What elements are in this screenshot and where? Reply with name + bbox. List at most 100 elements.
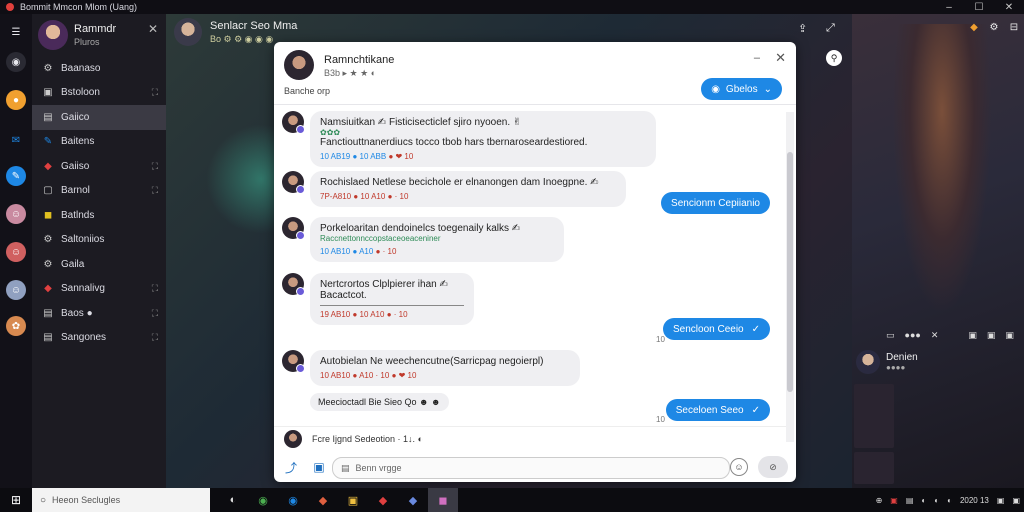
avatar[interactable]: [284, 50, 314, 80]
thumbnail[interactable]: [854, 452, 894, 484]
start-button[interactable]: ⊞: [0, 488, 32, 512]
message-bubble[interactable]: Nertcrortos Clplpierer ihan ✍ Bacactcot.…: [310, 273, 474, 325]
shield-icon[interactable]: ◆: [368, 488, 398, 512]
message-bubble[interactable]: Autobielan Ne weechencutne​(Sarricpag ne…: [310, 350, 580, 386]
tray-icon[interactable]: ◐: [947, 496, 952, 505]
app-icon[interactable]: ◆: [398, 488, 428, 512]
sidebar-item[interactable]: ▢ Barnol ⛶: [32, 179, 166, 204]
expand-icon[interactable]: ⛶: [152, 308, 158, 319]
sidebar-item[interactable]: ▤ Baos ● ⛶: [32, 301, 166, 326]
attach-icon[interactable]: ⤴: [282, 458, 300, 476]
pill-label: Gbelos: [725, 83, 758, 95]
message-bubble[interactable]: Meecioctadl Bie Sieo Qo ☻ ☻: [310, 393, 449, 411]
close-window-button[interactable]: ✕: [994, 0, 1024, 14]
message-incoming: Namsiuitkan ✍ Fisticisecticlef sjiro nyo…: [282, 111, 656, 167]
minimize-button[interactable]: –: [934, 0, 964, 14]
chrome-icon[interactable]: ◉: [248, 488, 278, 512]
sidebar-item-selected[interactable]: ▤ Gaiico: [32, 105, 166, 130]
block-icon: ◼: [43, 209, 53, 221]
clock[interactable]: 2020 13: [960, 496, 989, 505]
sidebar-item[interactable]: ◼ Batlnds: [32, 203, 166, 228]
scrollbar[interactable]: [786, 112, 794, 442]
divider: [320, 305, 464, 306]
right-panel: ◆ ⚙ ⊟ ▭ ●●● ✕ ▣ ▣ ▣ Denien ●●●●: [852, 14, 1024, 488]
pin-icon[interactable]: ⚲: [826, 50, 842, 66]
tray-icon[interactable]: ▣: [997, 496, 1005, 505]
close-icon[interactable]: ✕: [931, 330, 939, 341]
tile-icon[interactable]: ▣: [1005, 330, 1014, 341]
chat-icon[interactable]: ✎: [6, 166, 26, 186]
sidebar-item[interactable]: ◆ Sannalivg ⛶: [32, 277, 166, 302]
expand-icon[interactable]: ⛶: [152, 87, 158, 98]
sidebar-item[interactable]: ⚙ Baanaso: [32, 56, 166, 81]
message-outgoing[interactable]: Seceloen Seeo ✓: [665, 399, 770, 421]
expand-icon[interactable]: ⛶: [152, 185, 158, 196]
sidebar-item[interactable]: ▤ Sangones ⛶: [32, 326, 166, 351]
sidebar-item-label: Baanaso: [61, 62, 101, 74]
send-button[interactable]: ⊘: [758, 456, 788, 478]
maximize-button[interactable]: ☐: [964, 0, 994, 14]
status-pill-button[interactable]: ◉ Gbelos ⌄: [701, 78, 782, 100]
tray-icon[interactable]: ▣: [890, 496, 898, 505]
mail-icon[interactable]: ✉: [6, 130, 26, 150]
expand-icon[interactable]: ⛶: [152, 161, 158, 172]
gear-icon[interactable]: ✿: [6, 316, 26, 336]
avatar-icon[interactable]: ☺: [6, 204, 26, 224]
avatar: [38, 20, 68, 50]
message-bubble[interactable]: Rochislaed Netlese becichole er elnanong…: [310, 171, 626, 207]
expand-icon[interactable]: ⛶: [152, 283, 158, 294]
message-text: Sencloon Ceeio: [673, 323, 744, 335]
sidebar-item[interactable]: ◆ Gaiiso ⛶: [32, 154, 166, 179]
message-outgoing[interactable]: Sencloon Ceeio ✓: [663, 318, 770, 340]
message-text: Rochislaed Netlese becichole er elnanong…: [320, 177, 599, 188]
sidebar-item[interactable]: ⚙ Gaila: [32, 252, 166, 277]
streamer-card[interactable]: Denien ●●●●: [856, 350, 918, 374]
edge-icon[interactable]: ◉: [278, 488, 308, 512]
user-profile[interactable]: Rammdr Pluros: [38, 20, 116, 50]
screen-icon[interactable]: ▭: [886, 330, 895, 341]
close-chat-button[interactable]: ✕: [775, 50, 786, 66]
tray-icon[interactable]: ▤: [906, 496, 914, 505]
window-icon[interactable]: ⊟: [1004, 22, 1024, 33]
chat-app-icon[interactable]: ◼: [428, 488, 458, 512]
avatar-icon[interactable]: ☺: [6, 280, 26, 300]
sidebar-item[interactable]: ⚙ Saltoniios: [32, 228, 166, 253]
badge-icon[interactable]: ◆: [964, 22, 984, 33]
gear-icon[interactable]: ⚙: [984, 22, 1004, 33]
expand-icon[interactable]: ⤢: [826, 22, 835, 35]
expand-icon[interactable]: ⛶: [152, 332, 158, 343]
panel-controls: ◆ ⚙ ⊟: [964, 22, 1024, 33]
taskbar-search[interactable]: ○ Heeon Seclugles: [32, 488, 210, 512]
sidebar-item[interactable]: ✎ Baitens: [32, 130, 166, 155]
scrollbar-thumb[interactable]: [787, 152, 793, 392]
message-meta: 10 AB10 ● A10 ● · 10: [320, 247, 397, 256]
app-icon[interactable]: ◐: [218, 488, 248, 512]
message-bubble[interactable]: Namsiuitkan ✍ Fisticisecticlef sjiro nyo…: [310, 111, 656, 167]
minimize-chat-button[interactable]: –: [754, 52, 760, 64]
tray-icon[interactable]: ◐: [934, 496, 939, 505]
emoji-icon[interactable]: ☺: [730, 458, 748, 476]
tray-icon[interactable]: ⊕: [876, 496, 883, 505]
shield-icon[interactable]: ◆: [308, 488, 338, 512]
sidebar-item-label: Sangones: [61, 332, 107, 344]
avatar[interactable]: [174, 18, 202, 46]
tray-icon[interactable]: ◐: [921, 496, 926, 505]
menu-icon[interactable]: ☰: [6, 22, 26, 42]
message-input[interactable]: ▤ Benn vrgge: [332, 457, 730, 479]
thumbnail[interactable]: [854, 384, 894, 448]
globe-icon[interactable]: ◉: [6, 52, 26, 72]
share-icon[interactable]: ⇪: [798, 22, 807, 35]
sidebar-item[interactable]: ▣ Bstoloon ⛶: [32, 81, 166, 106]
tile-icon[interactable]: ▣: [987, 330, 996, 341]
gif-icon[interactable]: ▣: [310, 458, 328, 476]
folder-icon[interactable]: ▣: [338, 488, 368, 512]
message-meta: 10 AB19 ● 10 ABB ● ❤ 10: [320, 152, 414, 161]
notification-icon[interactable]: ▣: [1012, 496, 1020, 505]
avatar-icon[interactable]: ☺: [6, 242, 26, 262]
close-icon[interactable]: ✕: [148, 22, 158, 36]
message-outgoing[interactable]: Sencionm Cepiianio: [661, 192, 770, 214]
avatar: [856, 350, 880, 374]
coin-icon[interactable]: ●: [6, 90, 26, 110]
tile-icon[interactable]: ▣: [968, 330, 977, 341]
message-bubble[interactable]: Porkeloaritan dendoinelcs toegenaily kal…: [310, 217, 564, 262]
